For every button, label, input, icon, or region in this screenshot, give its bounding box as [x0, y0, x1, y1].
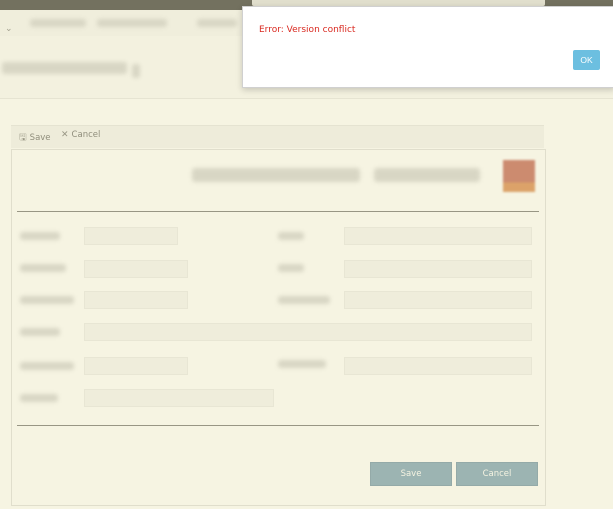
- error-message: Error: Version conflict: [259, 25, 356, 35]
- app-window: ⌄ 🖫 Save ✕ Cancel Save Cancel Error: Ver…: [0, 0, 613, 509]
- error-dialog: Error: Version conflict OK: [242, 6, 613, 88]
- ok-button[interactable]: OK: [573, 50, 600, 70]
